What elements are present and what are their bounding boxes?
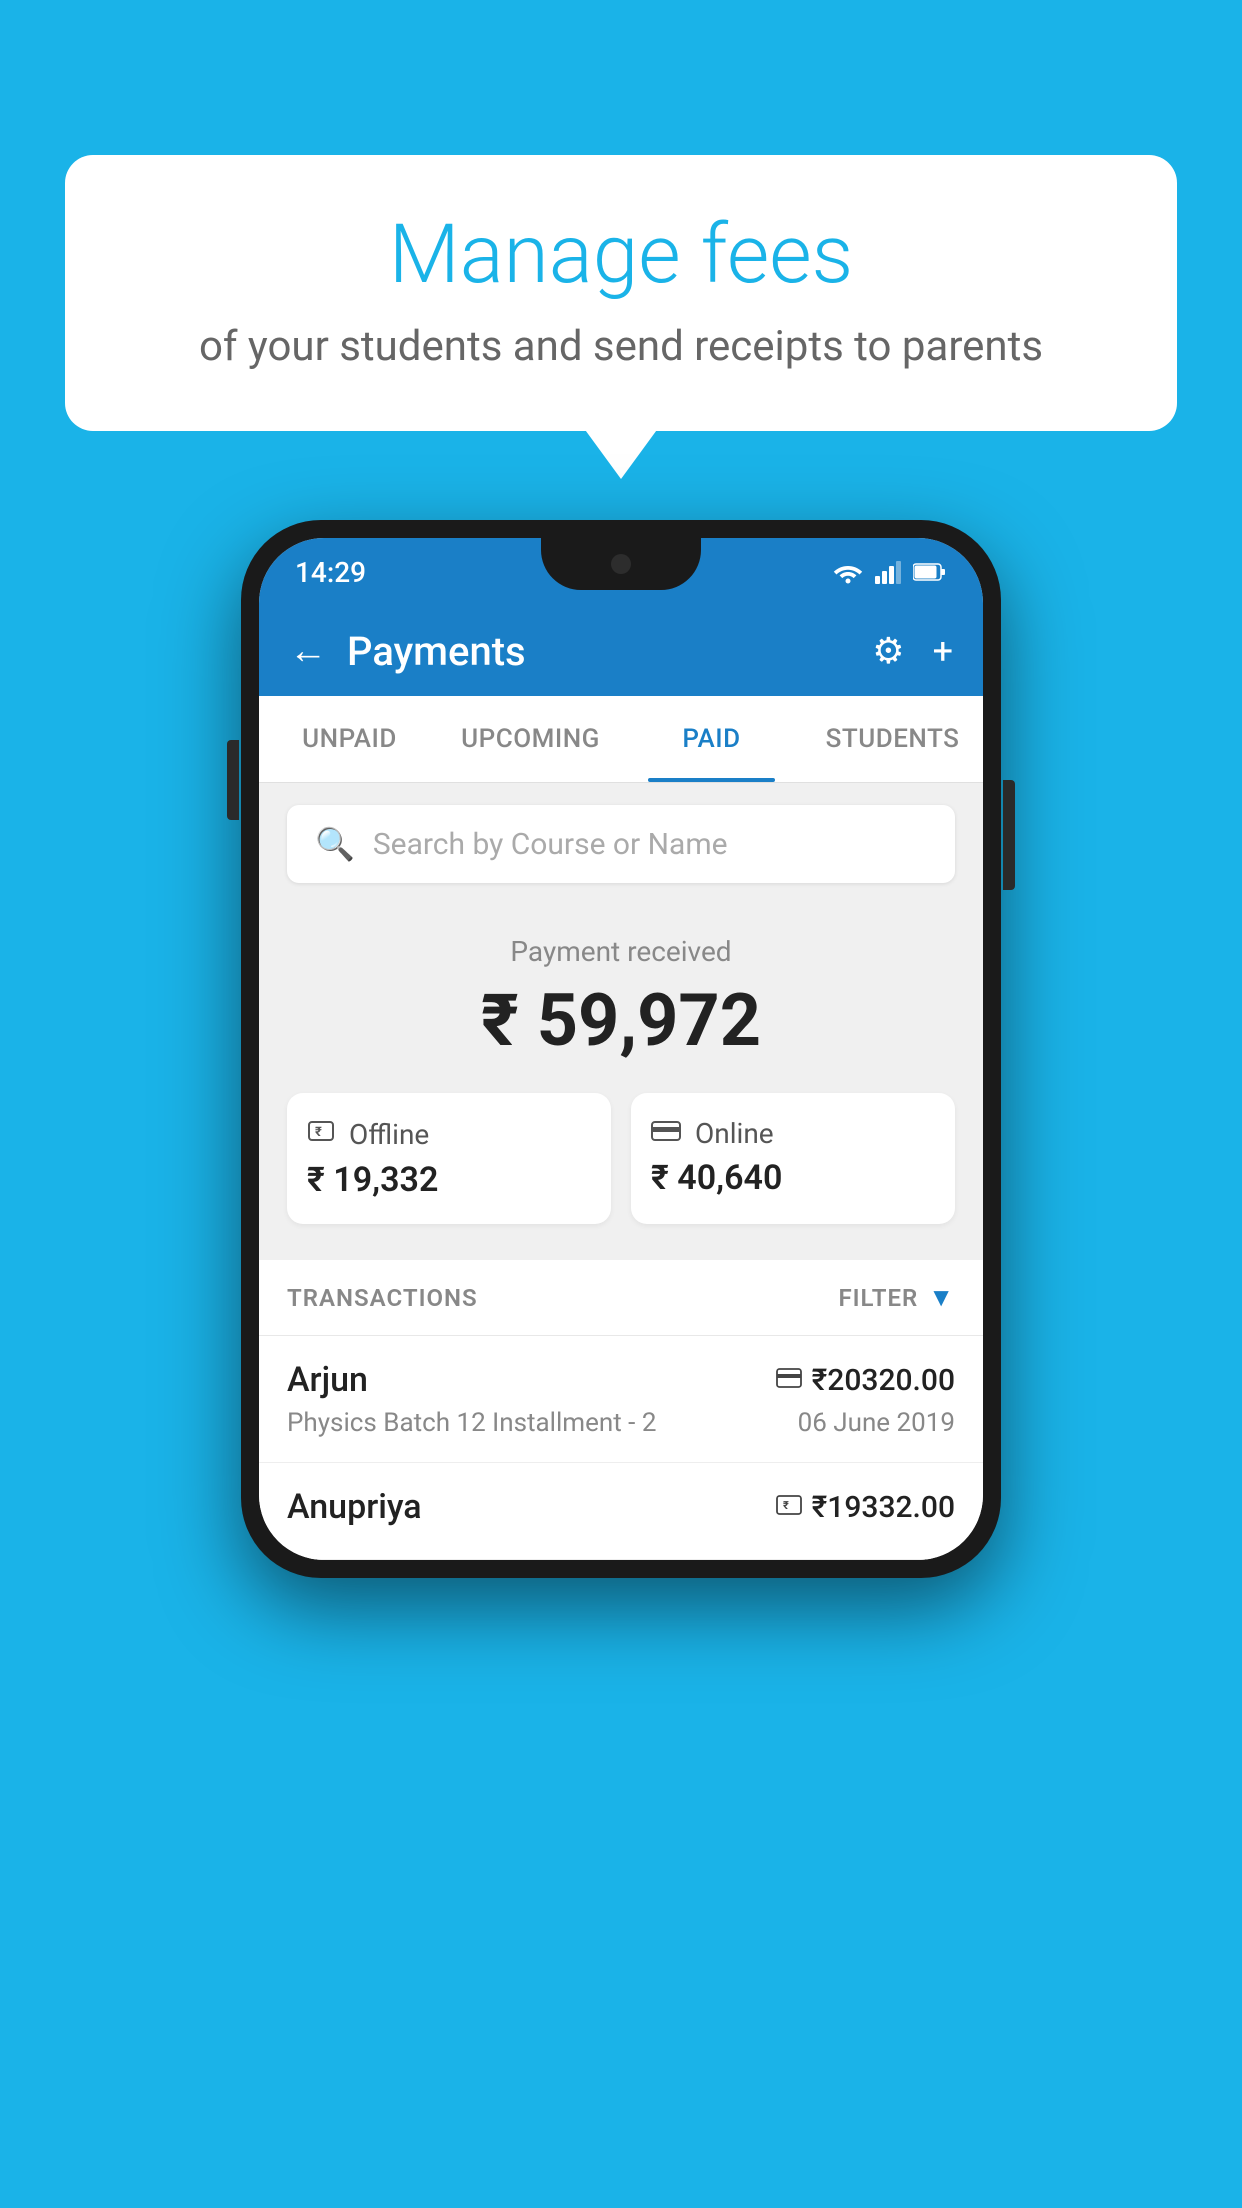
signal-icon bbox=[875, 560, 901, 584]
payment-received-label: Payment received bbox=[287, 935, 955, 968]
battery-icon bbox=[913, 562, 947, 582]
back-button[interactable]: ← bbox=[289, 632, 327, 670]
filter-icon: ▼ bbox=[928, 1282, 955, 1313]
svg-text:₹: ₹ bbox=[315, 1125, 322, 1140]
offline-card: ₹ Offline ₹ 19,332 bbox=[287, 1093, 611, 1224]
offline-icon: ₹ bbox=[307, 1117, 335, 1152]
transaction-amount: ₹20320.00 bbox=[776, 1363, 955, 1398]
status-icons bbox=[833, 560, 947, 584]
add-icon[interactable]: + bbox=[933, 630, 953, 672]
payment-received-section: Payment received ₹ 59,972 ₹ bbox=[259, 905, 983, 1260]
offline-type: Offline bbox=[349, 1118, 429, 1151]
payment-total-amount: ₹ 59,972 bbox=[287, 978, 955, 1063]
tabs-container: UNPAID UPCOMING PAID STUDENTS bbox=[259, 696, 983, 783]
transactions-label: TRANSACTIONS bbox=[287, 1284, 478, 1312]
transaction-bottom: Physics Batch 12 Installment - 2 06 June… bbox=[287, 1408, 955, 1438]
phone-screen: 14:29 bbox=[259, 538, 983, 1560]
speech-bubble: Manage fees of your students and send re… bbox=[65, 155, 1177, 431]
status-time: 14:29 bbox=[295, 556, 366, 589]
bubble-subtitle: of your students and send receipts to pa… bbox=[125, 322, 1117, 371]
search-bar[interactable]: 🔍 Search by Course or Name bbox=[287, 805, 955, 883]
wifi-icon bbox=[833, 560, 863, 584]
tab-upcoming[interactable]: UPCOMING bbox=[440, 696, 621, 782]
tab-students[interactable]: STUDENTS bbox=[802, 696, 983, 782]
online-type: Online bbox=[695, 1117, 774, 1150]
header-right: ⚙ + bbox=[872, 630, 953, 672]
offline-card-header: ₹ Offline bbox=[307, 1117, 429, 1152]
phone-mockup: 14:29 bbox=[241, 520, 1001, 1578]
settings-icon[interactable]: ⚙ bbox=[872, 630, 904, 672]
online-amount: ₹ 40,640 bbox=[651, 1158, 782, 1198]
status-bar: 14:29 bbox=[259, 538, 983, 606]
transaction-amount-value: ₹19332.00 bbox=[812, 1490, 955, 1525]
search-container: 🔍 Search by Course or Name bbox=[259, 783, 983, 905]
camera bbox=[611, 554, 631, 574]
transaction-row[interactable]: Anupriya ₹ ₹19332.00 bbox=[259, 1463, 983, 1560]
online-card-header: Online bbox=[651, 1117, 774, 1150]
phone-notch bbox=[541, 538, 701, 590]
offline-amount: ₹ 19,332 bbox=[307, 1160, 438, 1200]
bubble-title: Manage fees bbox=[125, 210, 1117, 300]
header-title: Payments bbox=[347, 628, 526, 675]
transaction-course: Physics Batch 12 Installment - 2 bbox=[287, 1408, 656, 1438]
offline-payment-icon: ₹ bbox=[776, 1492, 802, 1522]
transaction-row[interactable]: Arjun ₹20320.00 Physics Batch 12 Install… bbox=[259, 1336, 983, 1463]
transactions-header: TRANSACTIONS FILTER ▼ bbox=[259, 1260, 983, 1336]
tab-unpaid[interactable]: UNPAID bbox=[259, 696, 440, 782]
online-icon bbox=[651, 1117, 681, 1150]
phone-outer: 14:29 bbox=[241, 520, 1001, 1578]
tab-paid[interactable]: PAID bbox=[621, 696, 802, 782]
filter-button[interactable]: FILTER ▼ bbox=[838, 1282, 955, 1313]
speech-bubble-container: Manage fees of your students and send re… bbox=[65, 155, 1177, 431]
app-header: ← Payments ⚙ + bbox=[259, 606, 983, 696]
transaction-name: Anupriya bbox=[287, 1487, 422, 1527]
search-input[interactable]: Search by Course or Name bbox=[373, 827, 728, 862]
transaction-amount: ₹ ₹19332.00 bbox=[776, 1490, 955, 1525]
transaction-amount-value: ₹20320.00 bbox=[812, 1363, 955, 1398]
online-payment-icon bbox=[776, 1365, 802, 1395]
payment-cards: ₹ Offline ₹ 19,332 bbox=[287, 1093, 955, 1224]
transaction-top: Anupriya ₹ ₹19332.00 bbox=[287, 1487, 955, 1527]
transaction-name: Arjun bbox=[287, 1360, 368, 1400]
transaction-date: 06 June 2019 bbox=[798, 1408, 955, 1438]
transaction-top: Arjun ₹20320.00 bbox=[287, 1360, 955, 1400]
online-card: Online ₹ 40,640 bbox=[631, 1093, 955, 1224]
filter-label: FILTER bbox=[838, 1284, 918, 1312]
search-icon: 🔍 bbox=[315, 825, 355, 863]
header-left: ← Payments bbox=[289, 628, 526, 675]
svg-text:₹: ₹ bbox=[783, 1499, 789, 1512]
